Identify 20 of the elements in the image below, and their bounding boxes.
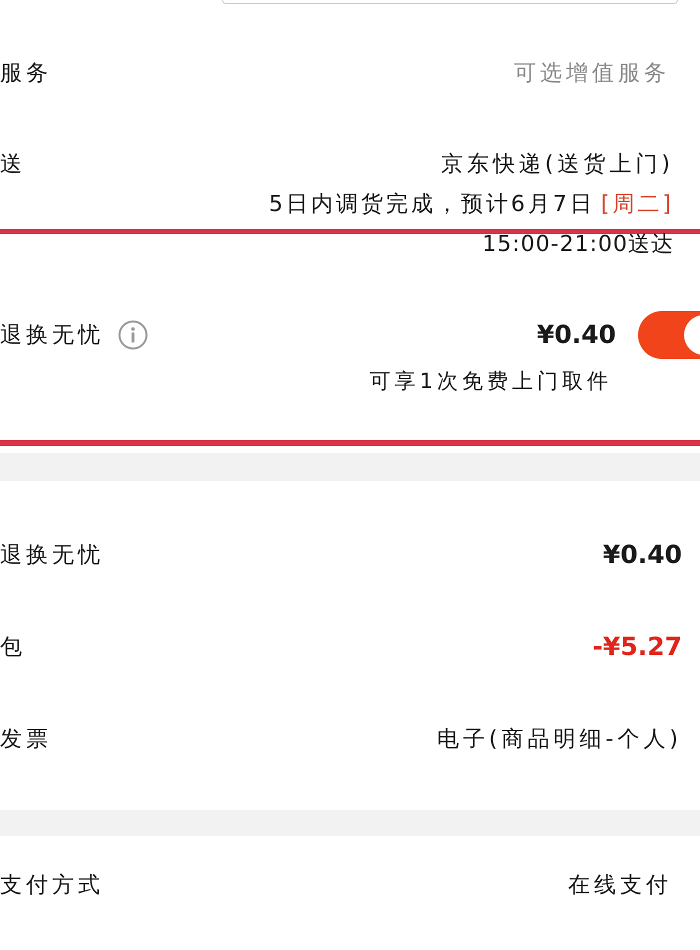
- price-text: ¥0.40: [602, 539, 682, 572]
- delivery-method[interactable]: 京东快递(送货上门): [440, 145, 674, 185]
- text-field[interactable]: [222, 0, 678, 4]
- row-label: 支付方式: [0, 872, 104, 900]
- delivery-time: 15:00-21:00送达: [482, 234, 674, 256]
- delivery-estimate: 5日内调货完成，预计6月7日: [268, 191, 595, 219]
- price-text: ¥0.40: [536, 319, 616, 352]
- service-note: 可享1次免费上门取件: [370, 369, 612, 393]
- discount-amount: -¥5.27: [592, 631, 682, 664]
- toggle-switch[interactable]: [638, 311, 700, 359]
- weekday-text: [周二]: [600, 191, 674, 219]
- invoice-value: 电子(商品明细-个人): [436, 726, 682, 754]
- info-icon[interactable]: [118, 320, 148, 350]
- row-label: 退换无忧: [0, 322, 104, 350]
- payment-method[interactable]: 在线支付: [568, 868, 672, 902]
- row-label: 服务: [0, 60, 52, 88]
- row-label: 退换无忧: [0, 542, 104, 570]
- row-label: 包: [0, 634, 26, 662]
- row-label: 送: [0, 151, 26, 179]
- row-label: 发票: [0, 726, 52, 754]
